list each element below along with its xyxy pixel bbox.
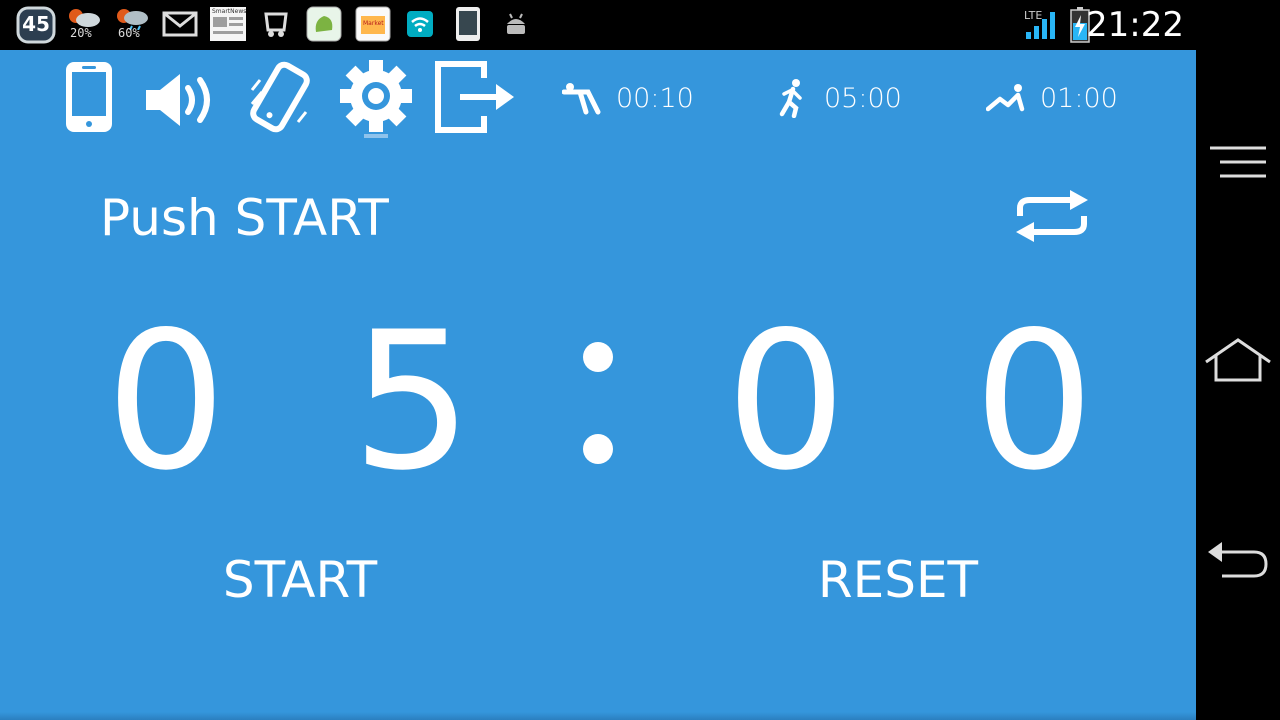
status-clock: 21:22 [1086, 5, 1184, 45]
start-button[interactable]: START [150, 550, 450, 610]
timer-digit-seconds-ones: 0 [973, 291, 1095, 512]
phase-time: 05:00 [824, 82, 902, 114]
app-notification-icon [260, 8, 292, 46]
timer-colon-dot [583, 434, 613, 464]
phase-rest: 01:00 [986, 76, 1118, 120]
status-message: Push START [100, 189, 389, 247]
reset-button[interactable]: RESET [748, 550, 1048, 610]
vibrate-icon[interactable] [248, 60, 312, 134]
weather-percent: 60% [118, 26, 140, 40]
navigation-bar [1196, 0, 1280, 720]
timer-colon-dot [583, 342, 613, 372]
rest-icon [986, 84, 1025, 112]
repeat-icon[interactable] [1010, 186, 1094, 250]
timer-app: 00:10 05:00 01:00 Push START 0 5 0 0 STA… [0, 50, 1196, 720]
timer-digit-seconds-tens: 0 [725, 291, 847, 512]
running-icon [779, 79, 802, 118]
home-icon[interactable] [1196, 336, 1280, 388]
wifi-icon [406, 10, 434, 48]
phase-time: 00:10 [616, 82, 694, 114]
market-icon: Market [355, 6, 391, 44]
exit-icon[interactable] [434, 60, 516, 134]
gmail-icon [162, 10, 198, 48]
settings-gear-icon[interactable] [338, 60, 414, 142]
back-icon[interactable] [1196, 538, 1280, 586]
phase-warmup: 00:10 [562, 76, 694, 120]
timer-digit-minutes-ones: 5 [351, 291, 473, 512]
notification-count: 45 [22, 12, 50, 36]
phase-time: 01:00 [1040, 82, 1118, 114]
signal-strength-icon [1024, 10, 1058, 48]
status-bar: 45 20% 60% SmartNews Market LTE 21:22 [0, 0, 1196, 50]
android-debug-icon [503, 12, 529, 50]
phone-icon[interactable] [64, 60, 114, 134]
weather-percent: 20% [70, 26, 92, 40]
volume-icon[interactable] [144, 70, 220, 130]
phase-run: 05:00 [776, 76, 902, 120]
phone-icon [454, 6, 482, 44]
app-notification-icon-2 [306, 6, 342, 44]
smartnews-icon: SmartNews [209, 6, 247, 44]
timer-digit-minutes-tens: 0 [105, 291, 227, 512]
app-bottom-edge [0, 712, 1196, 720]
stretch-icon [562, 83, 601, 115]
menu-icon[interactable] [1196, 140, 1280, 188]
notification-count-icon: 45 [16, 6, 56, 44]
